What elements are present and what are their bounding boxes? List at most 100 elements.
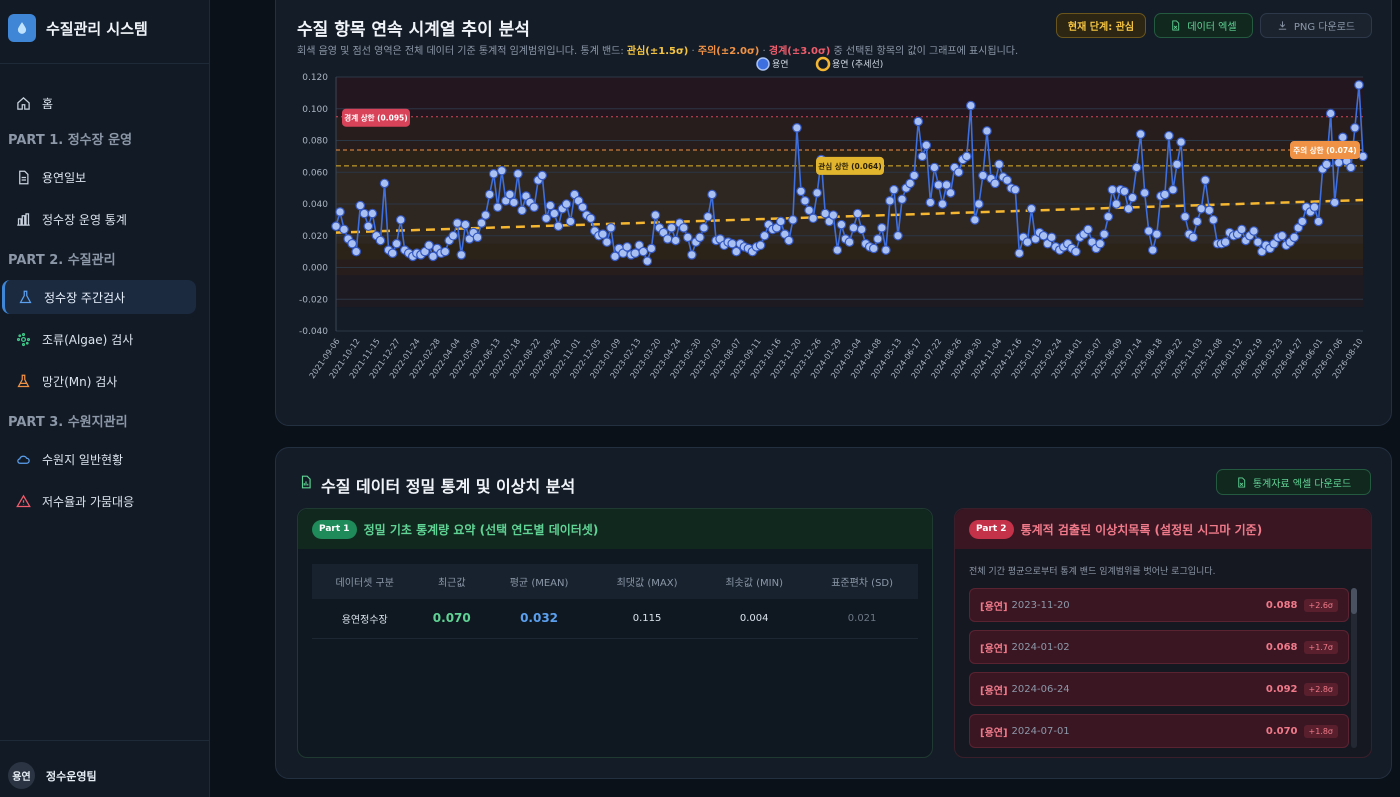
anomaly-date: 2023-11-20 xyxy=(1011,599,1070,611)
data-point xyxy=(970,215,980,225)
data-point xyxy=(1135,129,1146,139)
data-point xyxy=(355,200,366,211)
data-point xyxy=(905,178,915,189)
data-point xyxy=(1022,237,1033,247)
anomaly-sigma: +1.7σ xyxy=(1303,640,1338,654)
scrollbar[interactable] xyxy=(1351,588,1357,748)
anomaly-name: [용연] xyxy=(980,727,1008,739)
data-point xyxy=(1002,175,1012,185)
data-point xyxy=(339,224,349,235)
data-point xyxy=(496,165,507,176)
data-point xyxy=(759,230,770,241)
data-point xyxy=(1253,237,1263,247)
stats-download-button[interactable]: 통계자료 엑셀 다운로드 xyxy=(1216,469,1371,495)
data-point xyxy=(529,202,539,212)
sidebar-item-weekly-inspection[interactable]: 정수장 주간검사 xyxy=(2,280,196,314)
data-point xyxy=(375,235,386,246)
png-button-label: PNG 다운로드 xyxy=(1293,22,1356,33)
spreadsheet-icon xyxy=(301,475,311,489)
data-point xyxy=(484,189,495,200)
data-point xyxy=(1329,197,1340,208)
data-point xyxy=(1309,202,1320,212)
legend-marker-trend xyxy=(815,56,831,72)
legend-label-series: 용연 xyxy=(772,59,789,70)
warning-zone xyxy=(336,77,1363,117)
data-point xyxy=(913,116,924,127)
anomaly-name: [용연] xyxy=(980,685,1008,697)
sidebar-item-label: 홈 xyxy=(42,96,54,111)
data-point xyxy=(662,234,673,244)
line-chart: 0.120 0.100 0.080 0.060 0.040 0.020 0.000 -0.02… xyxy=(299,56,1368,380)
data-point xyxy=(1325,108,1336,119)
sidebar-item-water-source[interactable]: 수원지 일반현황 xyxy=(0,442,196,476)
nav-section-part2: PART 2. 수질관리 xyxy=(8,253,116,268)
anomaly-list[interactable]: [용연] 2023-11-20 0.088 +2.6σ [용연] 2024-01… xyxy=(969,588,1349,748)
sidebar-item-drought[interactable]: 저수율과 가뭄대응 xyxy=(0,484,196,518)
sidebar-item-daily-report[interactable]: 용연일보 xyxy=(0,160,196,194)
y-tick-label: 0.000 xyxy=(302,264,328,274)
data-point xyxy=(832,245,843,255)
sidebar-nav: 홈 PART 1. 정수장 운영 용연일보 정수장 운영 통계 PART 2. … xyxy=(0,86,210,526)
brand[interactable]: 수질관리 시스템 xyxy=(8,13,148,43)
cell-sd: 0.021 xyxy=(806,599,918,639)
part1-pill: Part 1 xyxy=(312,519,357,539)
warning-upper-tag: 경계 상한 (0.095) xyxy=(344,113,407,123)
excel-button[interactable]: 데이터 엑셀 xyxy=(1154,13,1253,38)
sidebar: 수질관리 시스템 홈 PART 1. 정수장 운영 용연일보 정수장 운영 통계… xyxy=(0,0,210,797)
data-point xyxy=(784,235,794,246)
y-tick-label: 0.100 xyxy=(302,105,328,115)
data-point xyxy=(1014,248,1025,259)
list-item[interactable]: [용연] 2024-01-02 0.068 +1.7σ xyxy=(969,630,1349,664)
data-point xyxy=(1188,232,1198,243)
scrollbar-thumb[interactable] xyxy=(1351,588,1357,614)
summary-panel: Part 1 정밀 기초 통계량 요약 (선택 연도별 데이터셋) 데이터셋 구… xyxy=(297,508,933,758)
data-point xyxy=(982,126,992,136)
png-download-button[interactable]: PNG 다운로드 xyxy=(1260,13,1372,38)
sidebar-item-operation-stats[interactable]: 정수장 운영 통계 xyxy=(0,202,196,236)
list-item[interactable]: [용연] 2023-11-20 0.088 +2.6σ xyxy=(969,588,1349,622)
data-point xyxy=(1119,186,1130,197)
anomaly-sigma: +2.8σ xyxy=(1303,682,1338,696)
y-tick-label: 0.020 xyxy=(302,232,328,242)
list-item[interactable]: [용연] 2024-06-24 0.092 +2.8σ xyxy=(969,672,1349,706)
anomaly-panel-title: 통계적 검출된 이상치목록 (설정된 시그마 기준) xyxy=(1020,522,1263,537)
stats-title: 수질 데이터 정밀 통계 및 이상치 분석 xyxy=(321,477,576,496)
table-header: 최솟값 (MIN) xyxy=(702,564,807,599)
data-point xyxy=(852,208,863,219)
user-profile[interactable]: 용연 정수운영팀 xyxy=(8,762,97,789)
data-point xyxy=(808,213,818,224)
data-point xyxy=(941,180,952,190)
data-point xyxy=(1139,188,1150,198)
data-point xyxy=(836,219,847,230)
list-item[interactable]: [용연] 2024-07-01 0.070 +1.8σ xyxy=(969,714,1349,748)
cell-recent: 0.070 xyxy=(417,599,487,639)
sidebar-item-label: 정수장 운영 통계 xyxy=(42,212,127,227)
data-point xyxy=(1196,203,1207,214)
data-point xyxy=(881,245,891,255)
sidebar-item-algae[interactable]: 조류(Algae) 검사 xyxy=(0,322,196,356)
data-point xyxy=(513,169,523,179)
data-point xyxy=(965,100,976,111)
interest-upper-tag: 관심 상한 (0.064) xyxy=(818,161,881,171)
bar-chart-icon xyxy=(17,212,30,226)
data-point xyxy=(1095,238,1105,249)
chart-card: 수질 항목 연속 시계열 추이 분석 회색 음영 및 점선 영역은 전체 데이터… xyxy=(275,0,1392,426)
y-tick-label: 0.080 xyxy=(302,137,328,147)
data-point xyxy=(873,234,883,244)
data-point xyxy=(1297,216,1308,227)
sidebar-item-manganese[interactable]: 망간(Mn) 검사 xyxy=(0,364,196,398)
home-icon xyxy=(17,96,30,110)
data-point xyxy=(848,223,859,233)
anomaly-value: 0.088 xyxy=(1265,599,1298,611)
data-point xyxy=(1111,199,1122,209)
data-point xyxy=(428,251,438,262)
anomaly-date: 2024-01-02 xyxy=(1011,641,1070,653)
sidebar-item-home[interactable]: 홈 xyxy=(0,86,196,120)
data-point xyxy=(1313,216,1324,227)
document-icon xyxy=(19,170,29,184)
data-point xyxy=(1192,216,1203,227)
data-point xyxy=(945,188,956,198)
data-point xyxy=(391,238,402,249)
file-icon xyxy=(1238,476,1245,488)
cell-min: 0.004 xyxy=(702,599,807,639)
